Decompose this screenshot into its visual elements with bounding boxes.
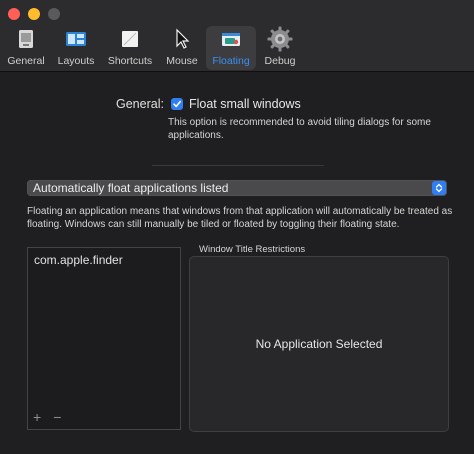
layouts-icon	[65, 26, 87, 52]
list-item[interactable]: com.apple.finder	[28, 248, 180, 267]
zoom-button[interactable]	[48, 8, 60, 20]
mouse-cursor-icon	[174, 26, 190, 52]
float-small-windows-checkbox[interactable]	[170, 98, 183, 110]
application-list[interactable]: com.apple.finder + −	[27, 247, 181, 430]
float-mode-popup[interactable]: Automatically float applications listed	[27, 180, 447, 196]
tab-general[interactable]: General	[4, 26, 48, 70]
add-application-button[interactable]: +	[33, 409, 41, 425]
toolbar: General Layouts Shortcuts Mouse Floating…	[0, 0, 474, 72]
float-small-windows-hint: This option is recommended to avoid tili…	[168, 117, 431, 141]
tab-label: Floating	[212, 55, 250, 67]
window-title-restrictions-heading: Window Title Restrictions	[199, 244, 306, 255]
float-small-windows-label[interactable]: Float small windows	[189, 97, 301, 111]
floating-icon	[221, 26, 241, 52]
tab-label: Shortcuts	[107, 55, 153, 67]
chevron-up-down-icon	[432, 181, 446, 195]
floating-description: Floating an application means that windo…	[27, 206, 453, 230]
checkmark-icon	[173, 100, 181, 108]
tab-shortcuts[interactable]: Shortcuts	[104, 26, 156, 70]
window-controls	[8, 8, 60, 20]
tab-layouts[interactable]: Layouts	[54, 26, 98, 70]
window-title-restrictions-panel: No Application Selected	[189, 256, 449, 432]
general-pref-icon	[17, 26, 35, 52]
tab-label: General	[7, 55, 45, 67]
minimize-button[interactable]	[28, 8, 40, 20]
remove-application-button[interactable]: −	[53, 409, 61, 425]
tab-mouse[interactable]: Mouse	[162, 26, 202, 70]
preferences-window: General Layouts Shortcuts Mouse Floating…	[0, 0, 474, 454]
gear-icon	[267, 26, 293, 52]
tab-label: Debug	[264, 55, 296, 67]
separator	[152, 165, 324, 166]
tab-label: Layouts	[57, 55, 95, 67]
tab-floating[interactable]: Floating	[206, 26, 256, 70]
tab-debug[interactable]: Debug	[262, 26, 298, 70]
empty-state-text: No Application Selected	[255, 337, 383, 351]
close-button[interactable]	[8, 8, 20, 20]
shortcuts-icon	[120, 26, 140, 52]
list-buttons: + −	[33, 409, 61, 425]
general-row: General: Float small windows	[116, 97, 301, 111]
float-mode-value: Automatically float applications listed	[33, 181, 229, 195]
tab-label: Mouse	[166, 55, 198, 67]
general-label: General:	[116, 97, 164, 111]
